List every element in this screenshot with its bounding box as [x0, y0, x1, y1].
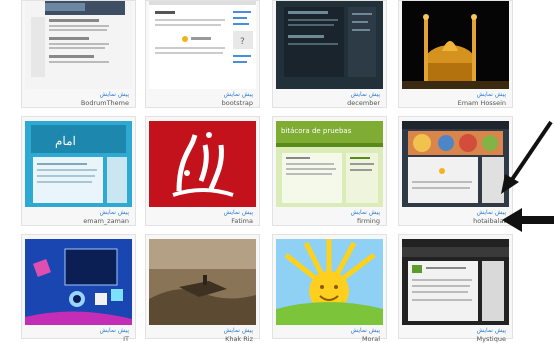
theme-name: emam_zaman [83, 217, 129, 225]
theme-card-moral[interactable]: پیش نمایش Moral [272, 234, 387, 343]
preview-link[interactable]: پیش نمایش [351, 327, 380, 334]
theme-card-bodrumtheme[interactable]: پیش نمایش BodrumTheme [21, 0, 136, 108]
preview-link[interactable]: پیش نمایش [351, 91, 380, 98]
theme-card-khak-riz[interactable]: پیش نمایش Khak Riz [145, 234, 260, 343]
svg-text:ﺍﻣﺎﻡ: ﺍﻣﺎﻡ [55, 134, 76, 148]
svg-text:?: ? [240, 37, 245, 47]
annotation-arrow-diagonal-icon [501, 120, 553, 194]
theme-card-emam-zaman[interactable]: ﺍﻣﺎﻡ پیش نمایش emam_zaman [21, 116, 136, 226]
theme-name: firming [356, 217, 380, 225]
theme-thumbnail[interactable] [25, 239, 132, 325]
theme-thumbnail[interactable]: bitácora de pruebas [276, 121, 383, 207]
preview-link[interactable]: پیش نمایش [477, 91, 506, 98]
theme-name: IT [123, 335, 129, 343]
theme-thumbnail[interactable] [402, 1, 509, 89]
theme-thumbnail[interactable] [149, 239, 256, 325]
theme-card-fatima[interactable]: پیش نمایش Fatima [145, 116, 260, 226]
theme-thumbnail[interactable] [276, 239, 383, 325]
preview-link[interactable]: پیش نمایش [100, 209, 129, 216]
theme-name: Emam Hossein [457, 99, 506, 107]
theme-name: Moral [361, 335, 380, 343]
theme-name: december [347, 99, 380, 107]
theme-grid: پیش نمایش BodrumTheme ? پیش نمایش bootst… [0, 0, 555, 343]
preview-link[interactable]: پیش نمایش [100, 91, 129, 98]
theme-card-bootstrap[interactable]: ? پیش نمایش bootstrap [145, 0, 260, 108]
theme-thumbnail[interactable] [149, 121, 256, 207]
theme-thumbnail[interactable]: ? [149, 1, 256, 89]
theme-thumbnail[interactable] [276, 1, 383, 89]
theme-name: Khak Riz [225, 335, 253, 343]
preview-link[interactable]: پیش نمایش [224, 209, 253, 216]
theme-card-december[interactable]: پیش نمایش december [272, 0, 387, 108]
theme-name: Fatima [231, 217, 253, 225]
theme-card-it[interactable]: پیش نمایش IT [21, 234, 136, 343]
theme-card-firming[interactable]: bitácora de pruebas پیش نمایش firming [272, 116, 387, 226]
preview-link[interactable]: پیش نمایش [224, 327, 253, 334]
preview-link[interactable]: پیش نمایش [351, 209, 380, 216]
theme-card-emam-hossein[interactable]: پیش نمایش Emam Hossein [398, 0, 513, 108]
theme-name: Mystique [476, 335, 506, 343]
preview-link[interactable]: پیش نمایش [224, 91, 253, 98]
theme-name: bootstrap [221, 99, 253, 107]
theme-thumbnail[interactable]: ﺍﻣﺎﻡ [25, 121, 132, 207]
theme-thumbnail[interactable] [402, 121, 509, 207]
preview-link[interactable]: پیش نمایش [477, 327, 506, 334]
thumbnail-title: bitácora de pruebas [281, 127, 352, 135]
theme-name: BodrumTheme [80, 99, 129, 107]
annotation-arrow-left-icon [502, 208, 554, 232]
theme-thumbnail[interactable] [402, 239, 509, 325]
theme-thumbnail[interactable] [25, 1, 132, 89]
theme-card-mystique[interactable]: پیش نمایش Mystique [398, 234, 513, 343]
preview-link[interactable]: پیش نمایش [100, 327, 129, 334]
